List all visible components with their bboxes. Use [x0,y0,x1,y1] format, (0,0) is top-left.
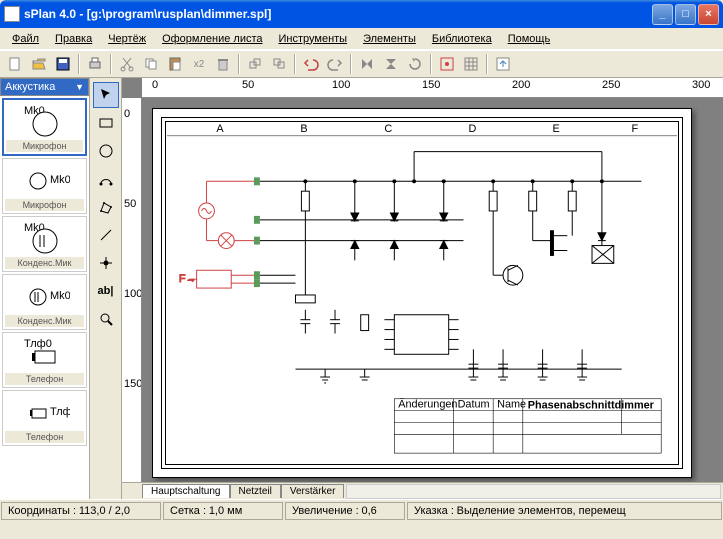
palette-item-label: Микрофон [5,199,84,211]
mirror-v-button[interactable] [380,53,402,75]
palette-category-tab[interactable]: Аккустика ▼ [0,78,89,96]
palette-category-label: Аккустика [5,81,55,93]
status-grid: Сетка : 1,0 мм [163,502,283,520]
menu-drawing[interactable]: Чертёж [100,31,154,47]
grid-button[interactable] [460,53,482,75]
save-button[interactable] [52,53,74,75]
sheet-tab[interactable]: Netzteil [230,484,281,498]
svg-text:Тлф0: Тлф0 [24,338,52,350]
svg-text:F: F [632,123,639,135]
menu-file[interactable]: Файл [4,31,47,47]
vertical-ruler: 0 50 100 150 [122,98,142,482]
line-tool[interactable] [93,222,119,248]
menu-library[interactable]: Библиотека [424,31,500,47]
window-title: sPlan 4.0 - [g:\program\rusplan\dimmer.s… [24,7,652,21]
rotate-button[interactable] [404,53,426,75]
menu-edit[interactable]: Правка [47,31,100,47]
menu-elements[interactable]: Элементы [355,31,424,47]
menu-tools[interactable]: Инструменты [271,31,356,47]
paste-button[interactable] [164,53,186,75]
mirror-h-button[interactable] [356,53,378,75]
sheet-tab[interactable]: Verstärker [281,484,345,498]
text-tool[interactable]: ab| [93,278,119,304]
new-button[interactable] [4,53,26,75]
polygon-tool[interactable] [93,194,119,220]
node-tool[interactable] [93,250,119,276]
maximize-button[interactable]: □ [675,4,696,25]
app-icon [4,6,20,22]
palette-item[interactable]: Mk0 Микрофон [2,158,87,214]
svg-text:Тлф0: Тлф0 [50,406,70,418]
svg-text:Name: Name [497,399,526,411]
svg-text:D: D [468,123,476,135]
canvas[interactable]: A B C D E F [142,98,723,482]
circle-tool[interactable] [93,138,119,164]
sheet-tabs-bar: Hauptschaltung Netzteil Verstärker [122,482,723,499]
drawing-sheet: A B C D E F [152,108,692,478]
palette-item-label: Телефон [5,431,84,443]
menu-help[interactable]: Помощь [500,31,559,47]
horizontal-scrollbar[interactable] [346,484,721,499]
svg-text:Phasenabschnittdimmer: Phasenabschnittdimmer [528,400,655,412]
minimize-button[interactable]: _ [652,4,673,25]
rotate-left-button[interactable] [244,53,266,75]
export-button[interactable] [492,53,514,75]
svg-text:C: C [384,123,392,135]
pointer-tool[interactable] [93,82,119,108]
redo-button[interactable] [324,53,346,75]
svg-text:Datum: Datum [458,399,490,411]
palette-item-label: Микрофон [6,140,83,152]
status-bar: Координаты : 113,0 / 2,0 Сетка : 1,0 мм … [0,499,723,521]
rotate-right-button[interactable] [268,53,290,75]
svg-text:Mk0: Mk0 [50,174,70,186]
zoom-tool[interactable] [93,306,119,332]
svg-text:Mk0: Mk0 [50,290,70,302]
dropdown-icon: ▼ [75,82,84,92]
palette-item-label: Телефон [5,373,84,385]
open-button[interactable] [28,53,50,75]
delete-button[interactable] [212,53,234,75]
undo-button[interactable] [300,53,322,75]
copy-button[interactable] [140,53,162,75]
svg-text:E: E [552,123,559,135]
palette-item-label: Конденс.Мик [5,315,84,327]
palette-item[interactable]: Mk0 Конденс.Мик [2,274,87,330]
svg-text:F→: F→ [179,273,197,285]
status-coords: Координаты : 113,0 / 2,0 [1,502,161,520]
status-zoom: Увеличение : 0,6 [285,502,405,520]
svg-text:Änderungen: Änderungen [398,399,457,411]
canvas-area: 0 50 100 150 200 250 300 0 50 100 150 [122,78,723,499]
svg-text:A: A [216,123,224,135]
schematic-content: A B C D E F [166,122,678,464]
status-hint: Указка : Выделение элементов, перемещ [407,502,722,520]
component-palette: Аккустика ▼ Mk0 Микрофон Mk0 Микрофон Mk… [0,78,90,499]
snap-button[interactable] [436,53,458,75]
close-button[interactable]: × [698,4,719,25]
toolbar: x2 [0,50,723,78]
sheet-tab[interactable]: Hauptschaltung [142,484,230,498]
svg-text:B: B [300,123,307,135]
palette-item[interactable]: Mk0 Конденс.Мик [2,216,87,272]
menu-bar: Файл Правка Чертёж Оформление листа Инст… [0,28,723,50]
drawing-tools: ab| [90,78,122,499]
duplicate-button[interactable]: x2 [188,53,210,75]
cut-button[interactable] [116,53,138,75]
title-bar: sPlan 4.0 - [g:\program\rusplan\dimmer.s… [0,0,723,28]
special-tool[interactable] [93,166,119,192]
horizontal-ruler: 0 50 100 150 200 250 300 [142,78,723,98]
palette-item[interactable]: Тлф0 Телефон [2,390,87,446]
print-button[interactable] [84,53,106,75]
menu-sheet[interactable]: Оформление листа [154,31,270,47]
palette-item-label: Конденс.Мик [5,257,84,269]
palette-item[interactable]: Mk0 Микрофон [2,98,87,156]
rect-tool[interactable] [93,110,119,136]
palette-item[interactable]: Тлф0 Телефон [2,332,87,388]
